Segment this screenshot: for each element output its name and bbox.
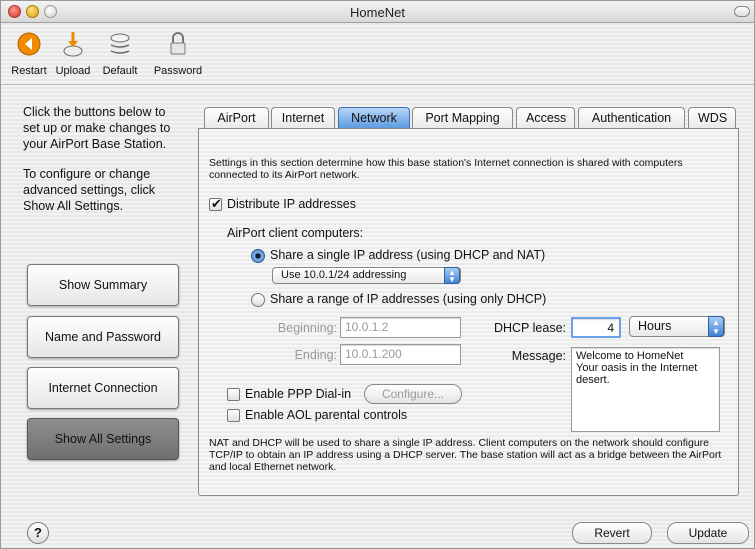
network-settings-panel: Settings in this section determine how t… xyxy=(198,128,739,496)
message-textarea[interactable]: Welcome to HomeNet Your oasis in the Int… xyxy=(571,347,720,432)
toolbar-default-label: Default xyxy=(102,65,138,77)
ppp-dialin-checkbox[interactable] xyxy=(227,388,240,401)
dhcp-lease-field[interactable]: 4 xyxy=(571,317,621,338)
distribute-ip-label: Distribute IP addresses xyxy=(227,197,356,211)
sidebar-advanced-text: To configure or change advanced settings… xyxy=(23,167,156,213)
addressing-popup-value: Use 10.0.1/24 addressing xyxy=(281,269,407,281)
update-button[interactable]: Update xyxy=(667,522,749,544)
tab-network[interactable]: Network xyxy=(338,107,410,129)
tab-internet[interactable]: Internet xyxy=(271,107,335,129)
toolbar-restart[interactable]: Restart xyxy=(5,29,53,77)
beginning-label: Beginning: xyxy=(277,321,337,335)
internet-connection-button[interactable]: Internet Connection xyxy=(27,367,179,409)
share-single-ip-radio[interactable] xyxy=(251,249,265,263)
dhcp-unit-value: Hours xyxy=(638,319,672,333)
distribute-ip-checkbox[interactable] xyxy=(209,196,222,212)
tab-access[interactable]: Access xyxy=(516,107,575,129)
share-range-label: Share a range of IP addresses (using onl… xyxy=(270,292,547,306)
aol-parental-controls-checkbox[interactable] xyxy=(227,409,240,422)
tab-authentication[interactable]: Authentication xyxy=(578,107,685,129)
title-bar: HomeNet xyxy=(1,1,754,23)
popup-arrows-icon: ▲ ▼ xyxy=(708,316,724,337)
name-and-password-button[interactable]: Name and Password xyxy=(27,316,179,358)
tab-wds[interactable]: WDS xyxy=(688,107,736,129)
ending-label: Ending: xyxy=(294,348,337,362)
configure-button[interactable]: Configure... xyxy=(364,384,462,404)
sidebar-instructions: Click the buttons below to set up or mak… xyxy=(23,104,183,228)
dhcp-unit-popup[interactable]: Hours ▲ ▼ xyxy=(629,316,725,337)
toolbar-restart-label: Restart xyxy=(11,65,47,77)
toolbar-upload[interactable]: Upload xyxy=(53,29,93,77)
beginning-field[interactable]: 10.0.1.2 xyxy=(340,317,461,338)
show-all-settings-button[interactable]: Show All Settings xyxy=(27,418,179,460)
ending-field[interactable]: 10.0.1.200 xyxy=(340,344,461,365)
addressing-popup[interactable]: Use 10.0.1/24 addressing ▲ ▼ xyxy=(272,267,461,284)
message-label: Message: xyxy=(511,349,566,363)
tab-port-mapping[interactable]: Port Mapping xyxy=(412,107,513,129)
upload-icon xyxy=(63,32,83,57)
ppp-dialin-label: Enable PPP Dial-in xyxy=(245,387,352,401)
network-description: Settings in this section determine how t… xyxy=(209,157,683,181)
dhcp-lease-label: DHCP lease: xyxy=(493,321,566,335)
default-icon xyxy=(110,33,130,54)
revert-button[interactable]: Revert xyxy=(572,522,652,544)
toolbar-password-label: Password xyxy=(153,65,203,77)
sidebar-intro-text: Click the buttons below to set up or mak… xyxy=(23,105,171,151)
client-computers-label: AirPort client computers: xyxy=(227,226,364,240)
airport-admin-window: HomeNet Restart Upload Default Password … xyxy=(0,0,755,549)
tab-airport[interactable]: AirPort xyxy=(204,107,269,129)
popup-arrows-icon: ▲ ▼ xyxy=(444,267,460,284)
show-summary-button[interactable]: Show Summary xyxy=(27,264,179,306)
toolbar-default[interactable]: Default xyxy=(95,29,145,77)
share-range-radio[interactable] xyxy=(251,293,265,307)
window-title: HomeNet xyxy=(350,5,405,20)
toolbar-password[interactable]: Password xyxy=(147,29,209,77)
help-button[interactable]: ? xyxy=(27,522,49,544)
toolbar: Restart Upload Default Password xyxy=(1,23,754,85)
restart-icon xyxy=(17,32,41,56)
toolbar-toggle-button[interactable] xyxy=(734,6,750,17)
lock-icon xyxy=(170,32,186,55)
aol-parental-controls-label: Enable AOL parental controls xyxy=(245,408,408,422)
toolbar-upload-label: Upload xyxy=(55,65,91,77)
share-single-ip-label: Share a single IP address (using DHCP an… xyxy=(270,248,546,262)
network-footer-text: NAT and DHCP will be used to share a sin… xyxy=(209,437,722,473)
